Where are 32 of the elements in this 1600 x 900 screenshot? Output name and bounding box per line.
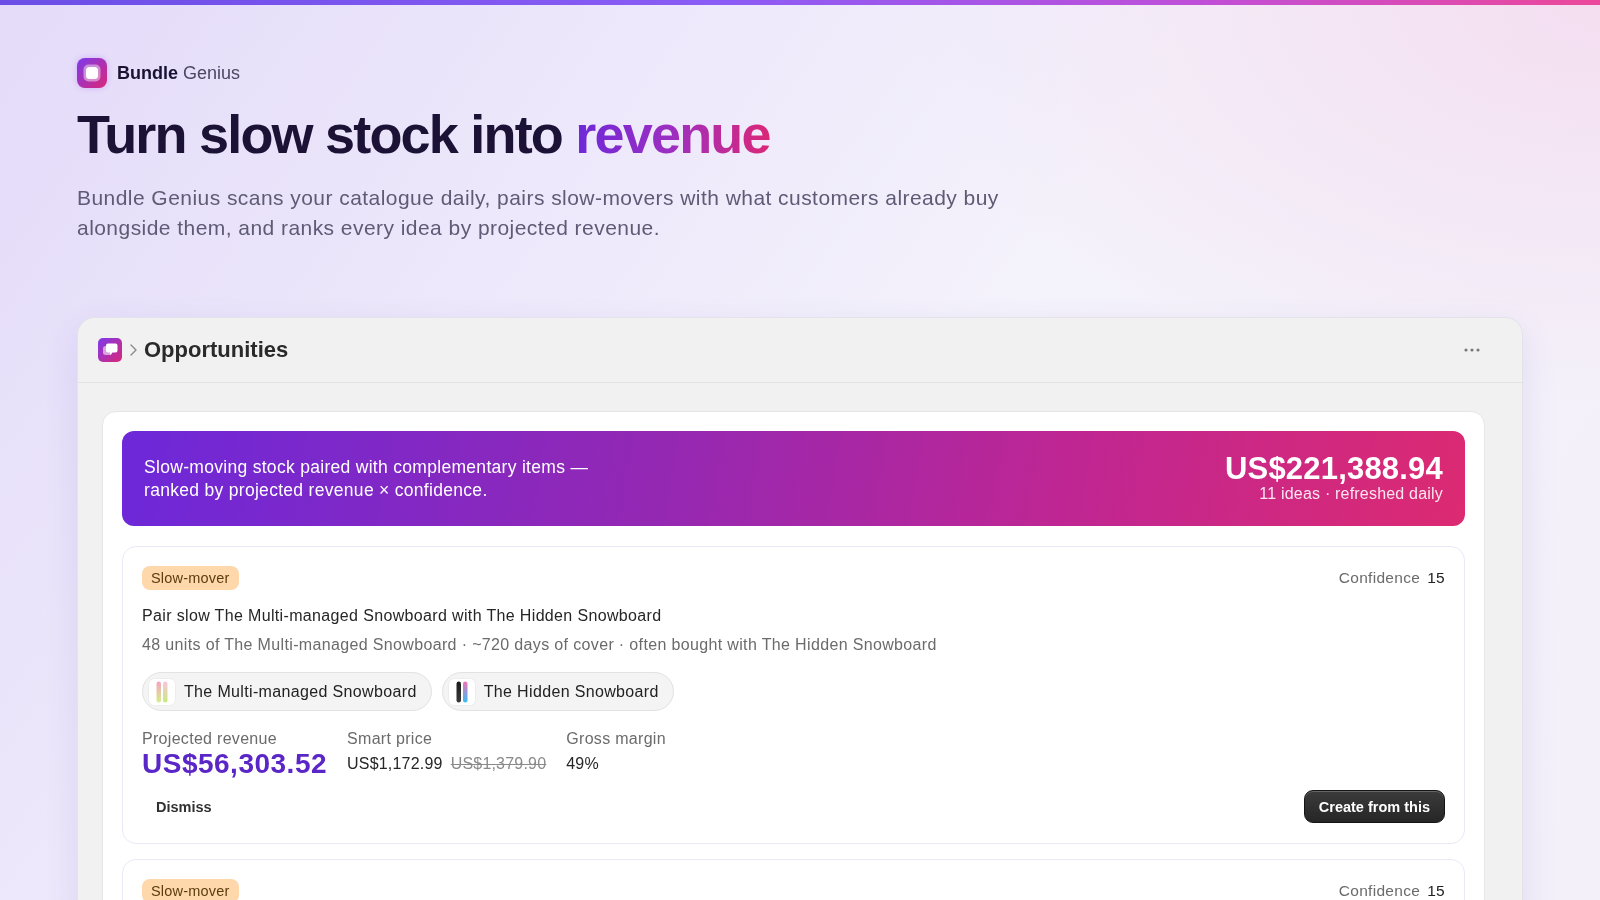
create-button[interactable]: Create from this xyxy=(1303,790,1445,823)
panel-title: Opportunities xyxy=(144,337,289,363)
confidence-label: Confidence xyxy=(1338,882,1421,900)
chevron-right-icon xyxy=(130,344,137,356)
status-badge: Slow-mover xyxy=(142,566,239,590)
metric-label: Smart price xyxy=(347,729,434,749)
more-icon xyxy=(1464,348,1480,352)
opportunity-detail: 48 units of The Multi-managed Snowboard · ~720 days of cover · often bought with The Hidden Snowboard xyxy=(142,635,937,655)
brand-name: Bundle Genius xyxy=(117,62,241,84)
app-logo-icon xyxy=(77,58,107,88)
app-logo-icon xyxy=(98,338,122,362)
opportunity-title: Pair slow The Multi-managed Snowboard with The Hidden Snowboard xyxy=(142,606,662,626)
total-revenue: US$221,388.94 xyxy=(1224,454,1443,484)
page-description: Bundle Genius scans your catalogue daily, pairs slow-movers with what customers already buy alongside them, and ranks every idea by projected revenue. xyxy=(77,185,999,241)
metric-label: Projected revenue xyxy=(142,729,278,749)
product-chip[interactable]: The Hidden Snowboard xyxy=(441,672,674,711)
status-badge: Slow-mover xyxy=(142,879,239,900)
dismiss-button[interactable]: Dismiss xyxy=(142,790,226,823)
projected-revenue-value: US$56,303.52 xyxy=(142,748,328,780)
snowboard-thumbnail xyxy=(447,677,476,706)
product-chip[interactable]: The Multi-managed Snowboard xyxy=(142,672,432,711)
metric-value: 49% xyxy=(566,755,599,773)
confidence-label: Confidence xyxy=(1338,569,1421,587)
confidence-value: 15 xyxy=(1427,569,1445,587)
smart-price-value: US$1,172.99 xyxy=(347,755,443,773)
snowboard-thumbnail xyxy=(148,677,176,706)
original-price: US$1,379.90 xyxy=(450,755,547,773)
summary-text: Slow-moving stock paired with complementary items — ranked by projected revenue × confidence. xyxy=(144,455,589,502)
confidence-value: 15 xyxy=(1427,882,1445,900)
metric-label: Gross margin xyxy=(566,729,666,749)
page-heading: Turn slow stock into revenue xyxy=(77,105,770,164)
summary-caption: 11 ideas · refreshed daily xyxy=(1259,484,1443,503)
